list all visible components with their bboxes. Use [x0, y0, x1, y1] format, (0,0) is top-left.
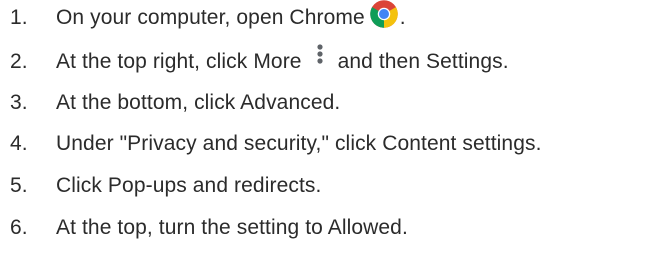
step-number: 3.	[10, 91, 28, 114]
more-vertical-icon	[310, 41, 330, 71]
step-5: 5. Click Pop-ups and redirects.	[0, 170, 321, 202]
step-text-before: At the top right, click More	[56, 50, 302, 73]
step-number: 6.	[10, 216, 28, 239]
step-1: 1. On your computer, open Chrome .	[0, 0, 406, 34]
step-number: 4.	[10, 132, 28, 155]
step-text-before: On your computer, open Chrome	[56, 6, 365, 29]
step-text: At the top right, click More and then Se…	[56, 44, 509, 77]
chrome-icon	[369, 0, 399, 29]
step-number: 5.	[10, 174, 28, 197]
step-4: 4. Under "Privacy and security," click C…	[0, 128, 542, 160]
step-text: Click Pop-ups and redirects.	[56, 174, 322, 197]
step-text: Under "Privacy and security," click Cont…	[56, 132, 542, 155]
step-number: 1.	[10, 6, 28, 29]
step-2: 2. At the top right, click More and then…	[0, 44, 509, 78]
step-text-after: and then Settings.	[337, 50, 509, 73]
step-text-after: .	[399, 6, 406, 29]
step-number: 2.	[10, 50, 28, 73]
step-3: 3. At the bottom, click Advanced.	[0, 87, 340, 119]
step-6: 6. At the top, turn the setting to Allow…	[0, 212, 408, 244]
step-text: On your computer, open Chrome .	[56, 0, 406, 33]
step-text: At the bottom, click Advanced.	[56, 91, 341, 114]
instruction-list: 1. On your computer, open Chrome . 2. At…	[0, 0, 645, 267]
step-text: At the top, turn the setting to Allowed.	[56, 216, 408, 239]
